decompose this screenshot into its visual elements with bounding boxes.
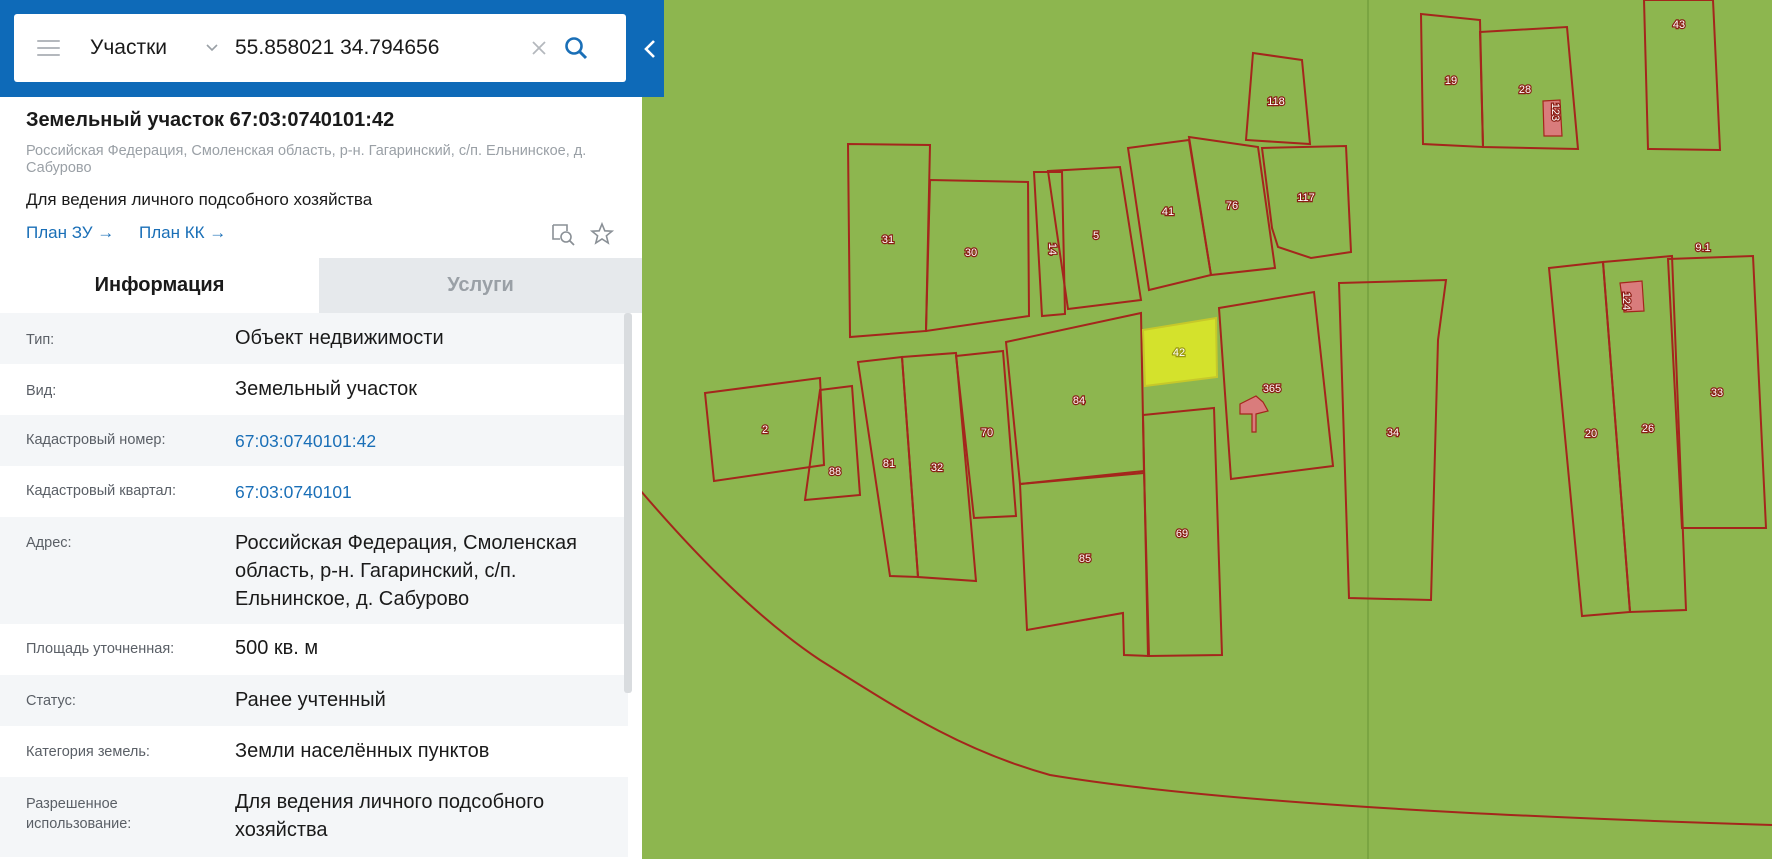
- search-input[interactable]: [235, 36, 525, 60]
- plot-label-76: 76: [1226, 200, 1238, 212]
- info-label: Кадастровый номер:: [26, 432, 166, 448]
- plot-label-88: 88: [829, 466, 841, 478]
- plot-label-85: 85: [1079, 553, 1091, 565]
- info-label: Категория земель:: [26, 744, 150, 760]
- plot-label-33: 33: [1711, 387, 1723, 399]
- info-label: Адрес:: [26, 535, 72, 551]
- info-label: Кадастровый квартал:: [26, 483, 177, 499]
- info-value: Для ведения личного подсобного хозяйства: [235, 791, 545, 841]
- info-row-cadastral-number: Кадастровый номер: 67:03:0740101:42: [0, 415, 628, 466]
- plot-label-43: 43: [1673, 19, 1685, 31]
- info-table: Тип: Объект недвижимости Вид: Земельный …: [0, 313, 642, 857]
- plot-label-81: 81: [883, 458, 895, 470]
- object-title: Земельный участок 67:03:0740101:42: [26, 109, 395, 131]
- plot-label-28: 28: [1519, 84, 1531, 96]
- plot-label-124: 124: [1620, 292, 1632, 310]
- info-row-usage: Разрешенное использование: Для ведения л…: [0, 777, 628, 857]
- info-label: Статус:: [26, 693, 76, 709]
- info-label: Вид:: [26, 383, 57, 399]
- plot-label-34: 34: [1387, 427, 1399, 439]
- zoom-to-object-icon[interactable]: [550, 221, 576, 247]
- cadastral-number-link[interactable]: 67:03:0740101:42: [235, 427, 615, 455]
- plot-label-32: 32: [931, 462, 943, 474]
- plot-label-20: 20: [1585, 428, 1597, 440]
- object-purpose: Для ведения личного подсобного хозяйства: [26, 190, 373, 209]
- plot-label-41: 41: [1162, 206, 1174, 218]
- info-row-type: Тип: Объект недвижимости: [0, 313, 628, 364]
- info-row-status: Статус: Ранее учтенный: [0, 675, 628, 726]
- plot-label-118: 118: [1267, 96, 1285, 108]
- info-value: 500 кв. м: [235, 637, 319, 659]
- info-label: Площадь уточненная:: [26, 641, 175, 657]
- object-address: Российская Федерация, Смоленская область…: [26, 143, 587, 176]
- plot-label-117: 117: [1297, 192, 1315, 204]
- plot-label-69: 69: [1176, 528, 1188, 540]
- tab-services[interactable]: Услуги: [319, 258, 642, 313]
- info-panel: Земельный участок 67:03:0740101:42 Росси…: [0, 0, 642, 859]
- info-row-kind: Вид: Земельный участок: [0, 364, 628, 415]
- plot-label-14: 14: [1046, 243, 1058, 255]
- info-value: Ранее учтенный: [235, 689, 386, 711]
- plot-label-5: 5: [1093, 230, 1099, 242]
- tab-info[interactable]: Информация: [0, 258, 319, 313]
- plot-label-42: 42: [1173, 347, 1185, 359]
- layer-select[interactable]: Участки: [90, 36, 205, 60]
- search-box: Участки: [14, 14, 626, 82]
- collapse-panel-icon[interactable]: [641, 36, 659, 62]
- plot-label-26: 26: [1642, 423, 1654, 435]
- plot-label-19: 19: [1445, 75, 1457, 87]
- info-value: Земли населённых пунктов: [235, 740, 490, 762]
- info-row-area: Площадь уточненная: 500 кв. м: [0, 624, 628, 675]
- search-icon[interactable]: [563, 35, 589, 61]
- info-row-cadastral-quarter: Кадастровый квартал: 67:03:0740101: [0, 466, 628, 517]
- plot-label-123: 123: [1549, 103, 1561, 121]
- panel-tabs: Информация Услуги: [0, 258, 642, 313]
- info-value: Российская Федерация, Смоленская область…: [235, 532, 577, 610]
- plot-label-9-1: 9.1: [1695, 242, 1710, 254]
- plot-label-30: 30: [965, 247, 977, 259]
- plot-label-365: 365: [1263, 383, 1281, 395]
- plot-label-84: 84: [1073, 395, 1085, 407]
- plot-label-70: 70: [981, 427, 993, 439]
- cadastral-quarter-link[interactable]: 67:03:0740101: [235, 478, 615, 506]
- plot-label-31: 31: [882, 234, 894, 246]
- chevron-down-icon[interactable]: [205, 41, 219, 55]
- plan-kk-link[interactable]: План КК →: [139, 223, 226, 243]
- search-header: Участки: [0, 0, 664, 97]
- star-icon[interactable]: [589, 221, 615, 247]
- close-icon[interactable]: [529, 38, 549, 58]
- info-value: Земельный участок: [235, 378, 418, 400]
- plan-zu-link[interactable]: План ЗУ →: [26, 223, 114, 243]
- info-value: Объект недвижимости: [235, 327, 444, 349]
- scrollbar[interactable]: [624, 313, 632, 693]
- info-label: Тип:: [26, 332, 55, 348]
- menu-icon[interactable]: [37, 40, 60, 56]
- info-row-category: Категория земель: Земли населённых пункт…: [0, 726, 628, 777]
- plot-label-2: 2: [762, 424, 768, 436]
- info-label: Разрешенное использование:: [26, 796, 132, 832]
- info-row-address: Адрес: Российская Федерация, Смоленская …: [0, 517, 628, 624]
